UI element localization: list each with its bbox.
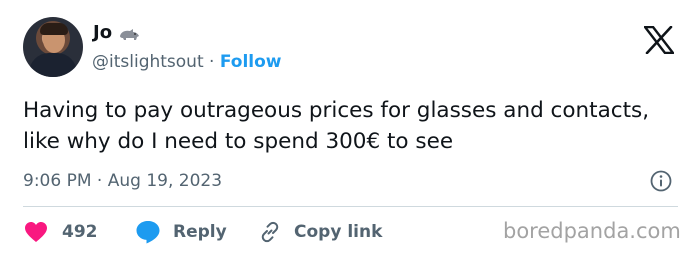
x-logo-icon[interactable] <box>644 26 674 54</box>
reply-bubble-icon <box>136 221 160 244</box>
follow-button[interactable]: Follow <box>220 52 282 72</box>
handle-row: @itslightsout · Follow <box>92 51 282 73</box>
divider <box>23 206 678 207</box>
reply-button[interactable]: Reply <box>135 219 227 245</box>
avatar[interactable] <box>23 17 83 77</box>
separator: · <box>96 171 103 191</box>
rhino-emoji-icon <box>120 29 139 40</box>
copy-link-label: Copy link <box>294 222 383 242</box>
link-icon <box>261 221 279 243</box>
timestamp[interactable]: 9:06 PM · Aug 19, 2023 <box>23 170 222 192</box>
display-name[interactable]: Jo <box>93 22 112 44</box>
like-count: 492 <box>62 222 98 242</box>
like-button[interactable]: 492 <box>24 219 98 245</box>
separator: · <box>209 52 215 72</box>
tweet-time: 9:06 PM <box>23 171 92 191</box>
reply-label: Reply <box>173 222 227 242</box>
info-icon[interactable] <box>650 170 672 192</box>
tweet-card: Jo @itslightsout · Follow Having to pay … <box>0 0 700 258</box>
tweet-date: Aug 19, 2023 <box>107 171 223 191</box>
tweet-text: Having to pay outrageous prices for glas… <box>23 98 650 154</box>
user-handle[interactable]: @itslightsout <box>92 52 204 72</box>
watermark: boredpanda.com <box>503 219 681 243</box>
heart-icon <box>25 222 47 242</box>
copy-link-button[interactable]: Copy link <box>258 219 382 245</box>
